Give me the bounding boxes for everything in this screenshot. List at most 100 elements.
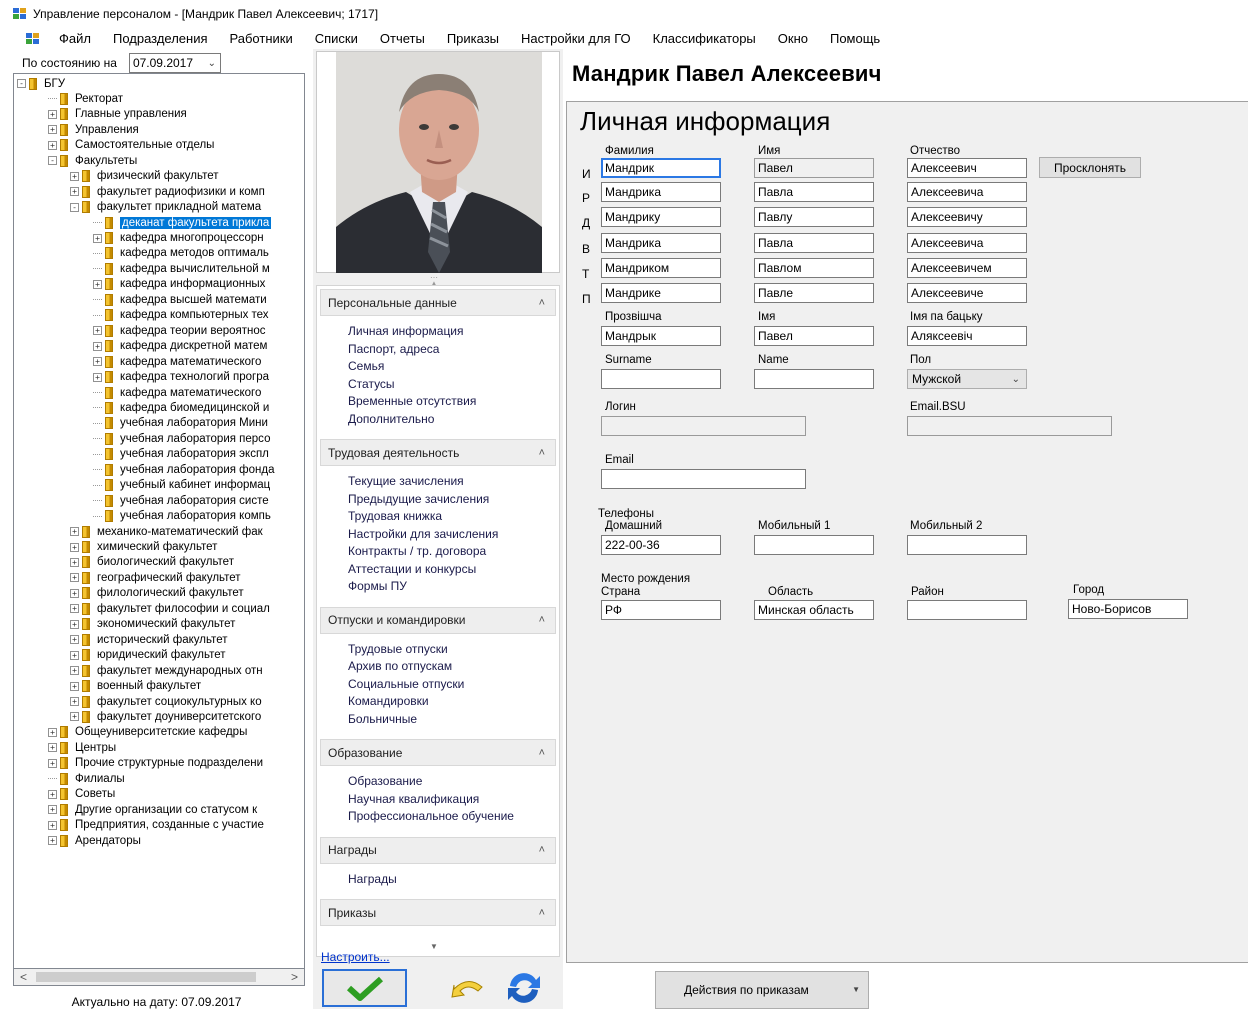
tree-node[interactable]: кафедра высшей математи (93, 292, 267, 307)
nav-item[interactable]: Социальные отпуски (348, 677, 559, 695)
tree-node[interactable]: + Прочие структурные подразделени (48, 756, 263, 771)
nav-item[interactable]: Больничные (348, 712, 559, 730)
tree-node[interactable]: учебная лаборатория экспл (93, 447, 269, 462)
nav-item[interactable]: Личная информация (348, 324, 559, 342)
menu-orders[interactable]: Приказы (436, 31, 510, 46)
tree-node[interactable]: + Общеуниверситетские кафедры (48, 725, 247, 740)
expand-icon[interactable]: + (93, 233, 102, 243)
expand-icon[interactable]: + (93, 341, 102, 351)
nav-item[interactable]: Трудовые отпуски (348, 642, 559, 660)
email-field[interactable] (601, 469, 806, 489)
tree-node[interactable]: + кафедра технологий програ (93, 370, 269, 385)
mdi-child-icon[interactable] (26, 32, 40, 45)
middle-name-prepositional-field[interactable]: Алексеевиче (907, 283, 1027, 303)
last-name-nominative-field[interactable]: Мандрик (601, 158, 721, 178)
tree-node[interactable]: + Центры (48, 740, 116, 755)
expand-icon[interactable]: + (70, 666, 79, 676)
tree-node[interactable]: учебная лаборатория компь (93, 509, 271, 524)
first-name-nominative-field[interactable]: Павел (754, 158, 874, 178)
tree-node[interactable]: учебный кабинет информац (93, 478, 270, 493)
tree-node[interactable]: - факультет прикладной матема (70, 200, 261, 215)
by-middle-name-field[interactable]: Аляксеевіч (907, 326, 1027, 346)
last-name-dative-field[interactable]: Мандрику (601, 207, 721, 227)
nav-item[interactable]: Формы ПУ (348, 579, 559, 597)
expand-icon[interactable]: + (48, 743, 57, 753)
nav-item[interactable]: Текущие зачисления (348, 474, 559, 492)
tree-node[interactable]: + факультет международных отн (70, 663, 263, 678)
menu-file[interactable]: Файл (48, 31, 102, 46)
tree-node[interactable]: Филиалы (48, 771, 125, 786)
first-name-prepositional-field[interactable]: Павле (754, 283, 874, 303)
customize-link[interactable]: Настроить... (321, 950, 390, 964)
tree-node[interactable]: + кафедра дискретной матем (93, 339, 267, 354)
first-name-dative-field[interactable]: Павлу (754, 207, 874, 227)
middle-name-genitive-field[interactable]: Алексеевича (907, 182, 1027, 202)
tree-node[interactable]: + военный факультет (70, 679, 201, 694)
collapse-chevron-icon[interactable]: ˄ (539, 614, 545, 626)
tree-node[interactable]: учебная лаборатория фонда (93, 462, 274, 477)
middle-name-accusative-field[interactable]: Алексеевича (907, 233, 1027, 253)
tree-node[interactable]: + Арендаторы (48, 833, 141, 848)
save-button[interactable] (322, 969, 407, 1007)
menu-lists[interactable]: Списки (304, 31, 369, 46)
country-field[interactable]: РФ (601, 600, 721, 620)
expand-icon[interactable]: + (70, 712, 79, 722)
tree-node[interactable]: учебная лаборатория Мини (93, 416, 268, 431)
tree-node[interactable]: + факультет философии и социал (70, 601, 270, 616)
tree-node[interactable]: + экономический факультет (70, 617, 235, 632)
tree-node[interactable]: + географический факультет (70, 570, 241, 585)
menu-settings[interactable]: Настройки для ГО (510, 31, 642, 46)
nav-item[interactable]: Командировки (348, 694, 559, 712)
collapse-icon[interactable]: - (17, 79, 26, 88)
nav-item[interactable]: Предыдущие зачисления (348, 492, 559, 510)
expand-icon[interactable]: + (48, 727, 57, 737)
nav-item[interactable]: Настройки для зачисления (348, 527, 559, 545)
menu-window[interactable]: Окно (767, 31, 819, 46)
expand-icon[interactable]: + (70, 557, 79, 567)
expand-icon[interactable]: + (70, 573, 79, 583)
tree-node[interactable]: кафедра вычислительной м (93, 261, 270, 276)
expand-icon[interactable]: + (70, 635, 79, 645)
expand-icon[interactable]: + (93, 372, 102, 382)
phone-home-field[interactable]: 222-00-36 (601, 535, 721, 555)
expand-icon[interactable]: + (70, 619, 79, 629)
expand-icon[interactable]: + (48, 820, 57, 830)
tree-node[interactable]: + юридический факультет (70, 648, 226, 663)
decline-button[interactable]: Просклонять (1039, 157, 1141, 178)
nav-item[interactable]: Научная квалификация (348, 792, 559, 810)
tree-node[interactable]: + филологический факультет (70, 586, 244, 601)
nav-item[interactable]: Временные отсутствия (348, 394, 559, 412)
middle-name-instrumental-field[interactable]: Алексеевичем (907, 258, 1027, 278)
expand-icon[interactable]: + (70, 604, 79, 614)
first-name-instrumental-field[interactable]: Павлом (754, 258, 874, 278)
tree-node[interactable]: учебная лаборатория систе (93, 493, 269, 508)
nav-section-header[interactable]: Персональные данные ˄ (320, 289, 556, 316)
middle-name-dative-field[interactable]: Алексеевичу (907, 207, 1027, 227)
tree-node[interactable]: деканат факультета прикла (93, 215, 272, 230)
collapse-chevron-icon[interactable]: ˄ (539, 297, 545, 309)
tree-node[interactable]: + Другие организации со статусом к (48, 802, 257, 817)
nav-item[interactable]: Аттестации и конкурсы (348, 562, 559, 580)
nav-item[interactable]: Контракты / тр. договора (348, 544, 559, 562)
nav-section-header[interactable]: Награды ˄ (320, 836, 556, 864)
tree-node[interactable]: + кафедра теории вероятнос (93, 323, 266, 338)
tree-node[interactable]: учебная лаборатория персо (93, 431, 270, 446)
tree-node[interactable]: кафедра методов оптималь (93, 246, 269, 261)
email-bsu-field[interactable] (907, 416, 1112, 436)
expand-icon[interactable]: + (70, 681, 79, 691)
nav-item[interactable]: Трудовая книжка (348, 509, 559, 527)
expand-icon[interactable]: + (48, 125, 57, 135)
collapse-icon[interactable]: - (70, 202, 79, 212)
nav-item[interactable]: Профессиональное обучение (348, 809, 559, 827)
first-name-genitive-field[interactable]: Павла (754, 182, 874, 202)
tree-node[interactable]: Ректорат (48, 91, 123, 106)
first-name-accusative-field[interactable]: Павла (754, 233, 874, 253)
last-name-instrumental-field[interactable]: Мандриком (601, 258, 721, 278)
nav-item[interactable]: Дополнительно (348, 412, 559, 430)
tree-node[interactable]: + факультет радиофизики и комп (70, 184, 265, 199)
org-tree[interactable]: - БГУ Ректорат + Главные управления + Управлен… (13, 73, 305, 969)
scrollbar-thumb[interactable] (36, 972, 256, 982)
tree-node[interactable]: + кафедра многопроцессорн (93, 231, 264, 246)
tree-node[interactable]: - БГУ (17, 76, 65, 91)
expand-icon[interactable]: + (93, 357, 102, 367)
